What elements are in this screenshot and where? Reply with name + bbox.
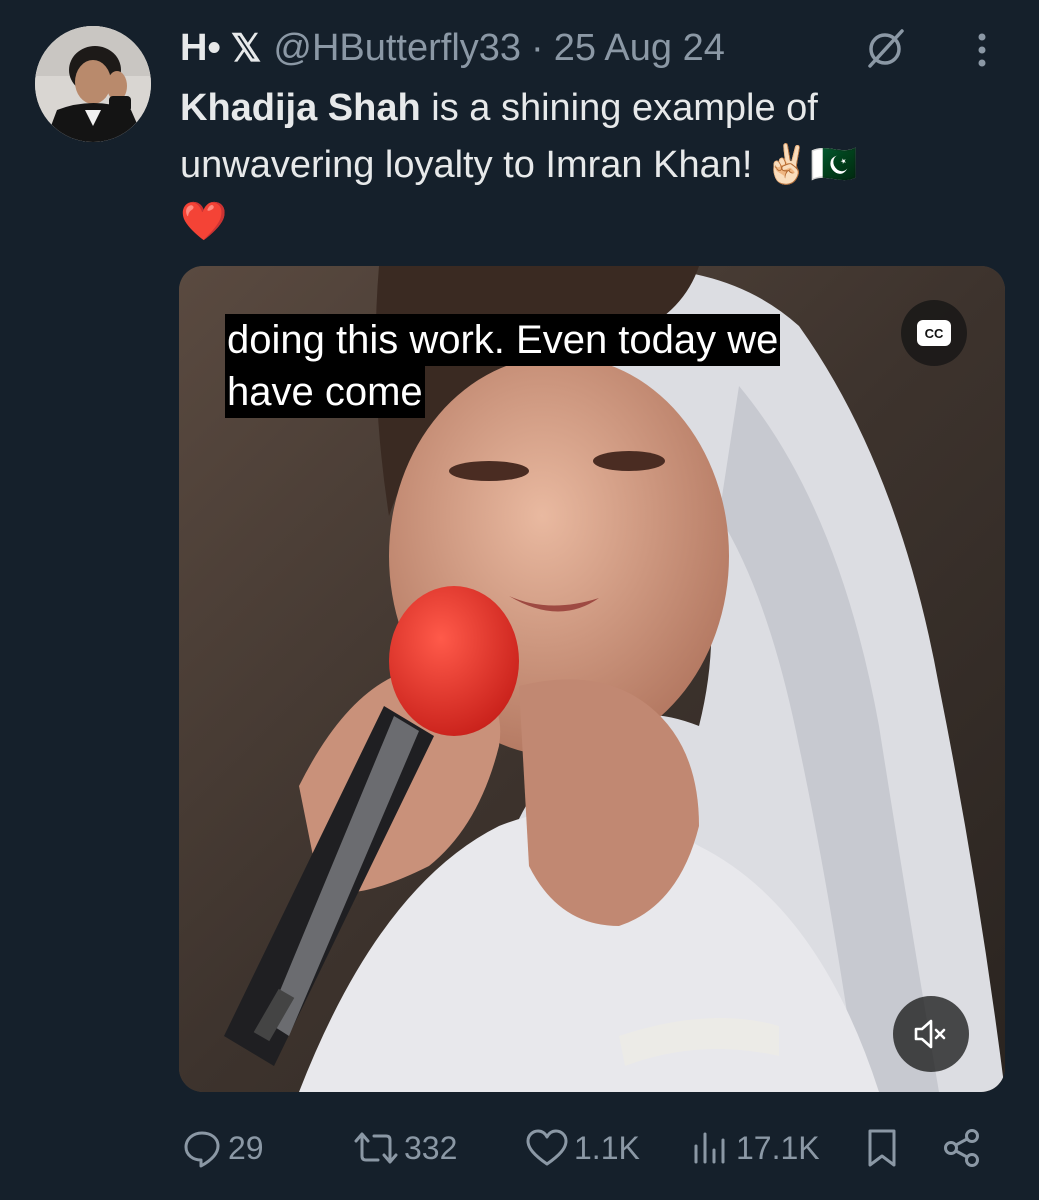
like-count: 1.1K — [574, 1129, 640, 1166]
views-chart-icon — [694, 1132, 725, 1164]
avatar-image — [35, 26, 151, 142]
tweet-card[interactable]: H• 𝕏 @HButterfly33 · 25 Aug 24 Khadija S… — [0, 0, 1039, 1200]
heart-icon — [526, 1129, 568, 1166]
more-vertical-icon[interactable] — [962, 30, 1002, 70]
views-count: 17.1K — [736, 1129, 820, 1166]
user-handle[interactable]: @HButterfly33 — [273, 27, 521, 70]
display-name[interactable]: H• — [180, 27, 221, 70]
share-icon — [944, 1129, 979, 1167]
grok-icon[interactable] — [862, 26, 908, 72]
repost-count: 332 — [404, 1129, 458, 1166]
tweet-date[interactable]: 25 Aug 24 — [554, 27, 725, 70]
heart-emoji: ❤️ — [180, 199, 228, 243]
cc-button[interactable]: CC — [901, 300, 967, 366]
video-player[interactable]: doing this work. Even today we have come… — [179, 266, 1005, 1092]
closed-caption: doing this work. Even today we have come — [225, 314, 781, 418]
mute-button[interactable] — [893, 996, 969, 1072]
action-bar: 29 332 1.1K 17.1K — [0, 1120, 1039, 1176]
tweet-body: Khadija Shah is a shining example of unw… — [180, 80, 980, 250]
volume-muted-icon — [914, 1019, 946, 1049]
caption-line-2: have come — [225, 366, 425, 418]
repost-icon — [354, 1132, 398, 1164]
emoji-peace-flag: ✌🏻🇵🇰 — [762, 142, 858, 186]
like-button[interactable]: 1.1K — [524, 1120, 640, 1176]
repost-button[interactable]: 332 — [352, 1120, 457, 1176]
share-button[interactable] — [940, 1120, 984, 1176]
bookmark-button[interactable] — [862, 1120, 902, 1176]
separator-dot: · — [531, 26, 544, 69]
mention-link[interactable]: Khadija Shah — [180, 87, 421, 129]
caption-line-1: doing this work. Even today we — [225, 314, 781, 366]
bookmark-icon — [868, 1129, 896, 1167]
tweet-header: H• 𝕏 @HButterfly33 · 25 Aug 24 — [180, 24, 725, 72]
views-button[interactable]: 17.1K — [690, 1120, 820, 1176]
reply-count: 29 — [228, 1129, 264, 1166]
reply-button[interactable]: 29 — [180, 1120, 264, 1176]
avatar[interactable] — [35, 26, 151, 142]
reply-icon — [184, 1131, 220, 1168]
cc-icon: CC — [917, 320, 951, 346]
x-badge-icon: 𝕏 — [230, 27, 262, 70]
